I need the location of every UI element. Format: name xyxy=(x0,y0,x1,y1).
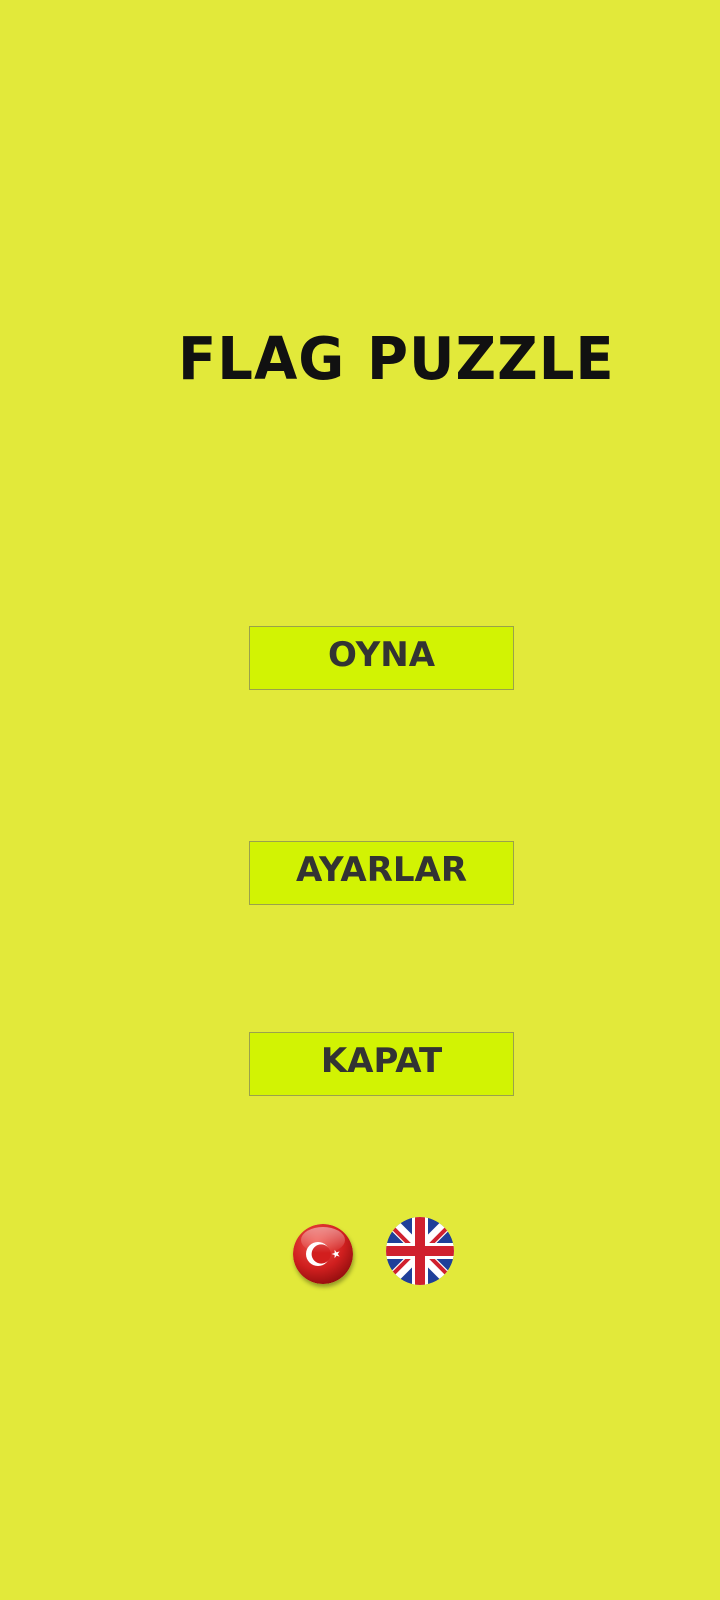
quit-button-label: KAPAT xyxy=(320,1041,443,1081)
uk-flag-icon xyxy=(386,1217,454,1285)
turkish-language-button[interactable] xyxy=(293,1224,353,1284)
english-language-button[interactable] xyxy=(386,1217,454,1285)
settings-button-label: AYARLAR xyxy=(295,850,468,890)
settings-button[interactable]: AYARLAR xyxy=(249,841,514,905)
title-word-flag: FLAG xyxy=(178,325,346,394)
play-button[interactable]: OYNA xyxy=(249,626,514,690)
play-button-label: OYNA xyxy=(327,635,436,675)
turkey-flag-icon xyxy=(293,1224,353,1284)
game-title: FLAG PUZZLE xyxy=(0,318,720,398)
title-word-puzzle: PUZZLE xyxy=(367,325,615,394)
quit-button[interactable]: KAPAT xyxy=(249,1032,514,1096)
